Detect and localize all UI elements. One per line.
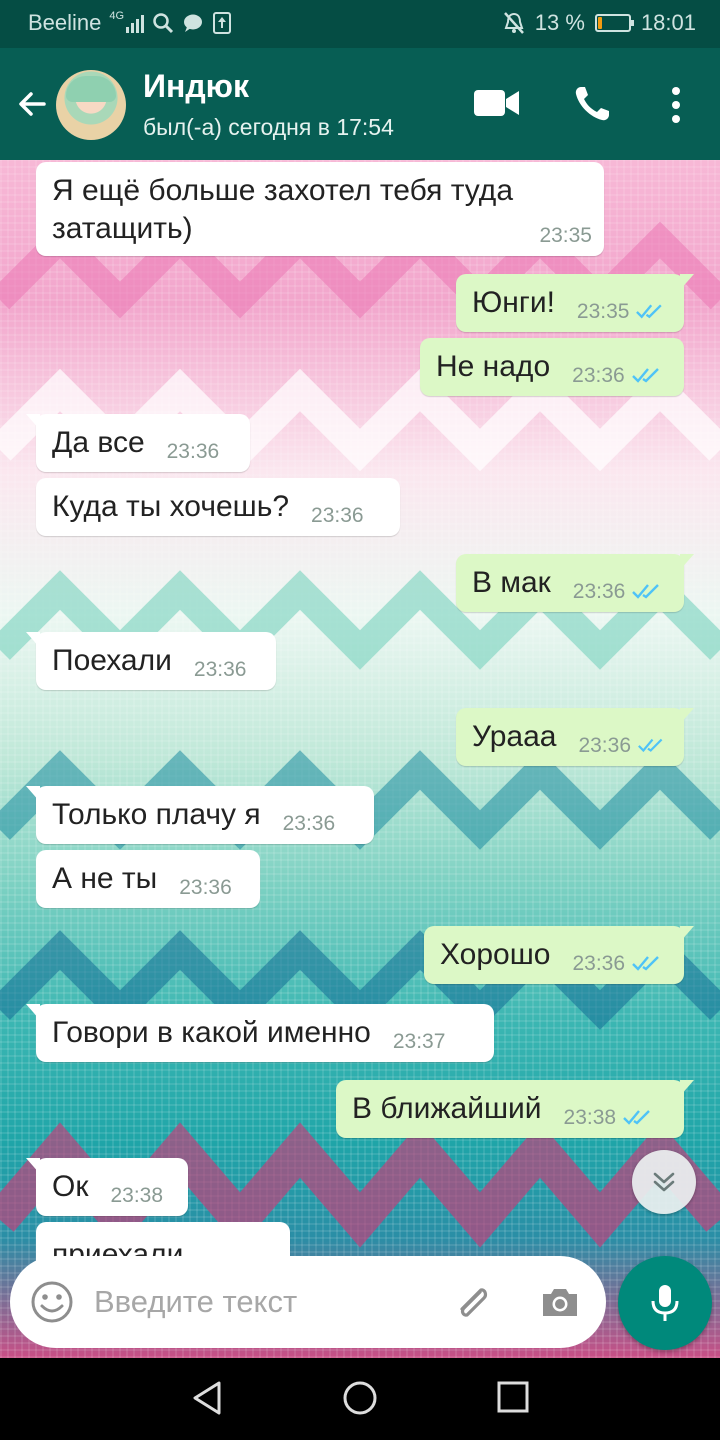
battery-percent: 13 % <box>534 10 585 35</box>
message-incoming[interactable]: Ок 23:38 <box>26 1158 188 1216</box>
recents-square-icon[interactable] <box>496 1380 530 1414</box>
message-text: Юнги! <box>472 286 555 319</box>
message-time: 23:36 <box>572 580 626 603</box>
message-incoming[interactable]: Я ещё больше захотел тебя туда затащить)… <box>36 162 604 256</box>
more-vert-icon[interactable] <box>668 86 684 124</box>
mute-bell-icon <box>503 12 524 34</box>
message-time: 23:36 <box>282 812 336 835</box>
message-text: Хорошо <box>440 938 551 971</box>
message-outgoing[interactable]: Юнги! 23:35 <box>456 274 694 332</box>
message-input[interactable] <box>94 1280 434 1324</box>
message-time: 23:38 <box>110 1184 164 1207</box>
contact-last-seen: был(-а) сегодня в 17:54 <box>143 114 394 140</box>
carrier-name: Beeline <box>28 10 102 35</box>
message-text: Куда ты хочешь? <box>52 490 290 523</box>
message-time: 23:36 <box>193 658 247 681</box>
camera-icon[interactable] <box>538 1280 582 1324</box>
attach-icon[interactable] <box>450 1280 494 1324</box>
emoji-icon[interactable] <box>30 1280 74 1324</box>
message-time: 23:36 <box>572 952 626 975</box>
read-ticks-icon <box>631 368 659 383</box>
mic-icon <box>651 1285 679 1321</box>
message-outgoing[interactable]: Хорошо 23:36 <box>424 926 694 984</box>
phone-icon[interactable] <box>572 84 612 124</box>
message-text: Не надо <box>436 350 551 383</box>
message-incoming[interactable]: Куда ты хочешь? 23:36 <box>36 478 400 536</box>
chat-header: Индюк был(-а) сегодня в 17:54 <box>0 48 720 160</box>
scroll-to-bottom-button[interactable] <box>632 1150 696 1214</box>
system-navigation-bar <box>0 1358 720 1440</box>
message-outgoing[interactable]: Не надо 23:36 <box>420 338 684 396</box>
message-text: Урааа <box>472 720 557 753</box>
message-incoming[interactable]: А не ты 23:36 <box>36 850 260 908</box>
message-text: Говори в какой именно <box>52 1016 371 1049</box>
message-outgoing[interactable]: В ближайший 23:38 <box>336 1080 694 1138</box>
message-text: В мак <box>472 566 551 599</box>
chat-wallpaper: Я ещё больше захотел тебя туда затащить)… <box>0 160 720 1358</box>
message-text: А не ты <box>52 862 158 895</box>
status-bar: Beeline 4G 13 % 18:01 <box>0 0 720 48</box>
message-time: 23:35 <box>539 224 592 247</box>
message-text: Только плачу я <box>52 798 261 831</box>
message-text: Да все <box>52 426 145 459</box>
double-chevron-down-icon <box>653 1172 675 1192</box>
message-time: 23:36 <box>572 364 625 387</box>
message-composer <box>10 1256 606 1348</box>
message-time: 23:38 <box>563 1106 617 1129</box>
message-time: 23:37 <box>392 1030 446 1053</box>
video-call-icon[interactable] <box>474 88 520 118</box>
read-ticks-icon <box>632 956 659 971</box>
message-time: 23:36 <box>311 504 364 527</box>
chat-bubble-icon <box>184 14 203 32</box>
message-text: В ближайший <box>352 1092 542 1125</box>
avatar[interactable] <box>56 70 126 140</box>
home-circle-icon[interactable] <box>342 1380 378 1416</box>
message-incoming[interactable]: Только плачу я 23:36 <box>26 786 374 844</box>
message-outgoing[interactable]: Урааа 23:36 <box>456 708 694 766</box>
clock: 18:01 <box>640 10 696 35</box>
message-incoming[interactable]: Говори в какой именно 23:37 <box>26 1004 494 1062</box>
message-incoming[interactable]: Поехали 23:36 <box>26 632 276 690</box>
read-ticks-icon <box>638 738 663 753</box>
read-ticks-icon <box>632 584 660 599</box>
upload-icon <box>213 12 232 34</box>
message-incoming[interactable]: Да все 23:36 <box>26 414 250 472</box>
message-time: 23:36 <box>166 440 220 463</box>
message-outgoing[interactable]: В мак 23:36 <box>456 554 694 612</box>
network-type: 4G <box>109 10 125 22</box>
message-text: Я ещё больше захотел тебя туда затащить) <box>52 174 514 245</box>
signal-icon <box>126 13 145 33</box>
message-text: Ок <box>52 1170 89 1203</box>
search-icon <box>153 13 174 34</box>
back-arrow-icon[interactable] <box>14 86 50 122</box>
back-triangle-icon[interactable] <box>190 1380 224 1416</box>
read-ticks-icon <box>623 1110 650 1125</box>
message-time: 23:36 <box>179 876 232 899</box>
message-time: 23:35 <box>576 300 630 323</box>
message-text: Поехали <box>52 644 172 677</box>
message-time: 23:36 <box>578 734 632 757</box>
read-ticks-icon <box>636 304 663 319</box>
contact-name[interactable]: Индюк <box>143 68 249 105</box>
mic-button[interactable] <box>618 1256 712 1350</box>
battery-icon <box>594 14 634 32</box>
